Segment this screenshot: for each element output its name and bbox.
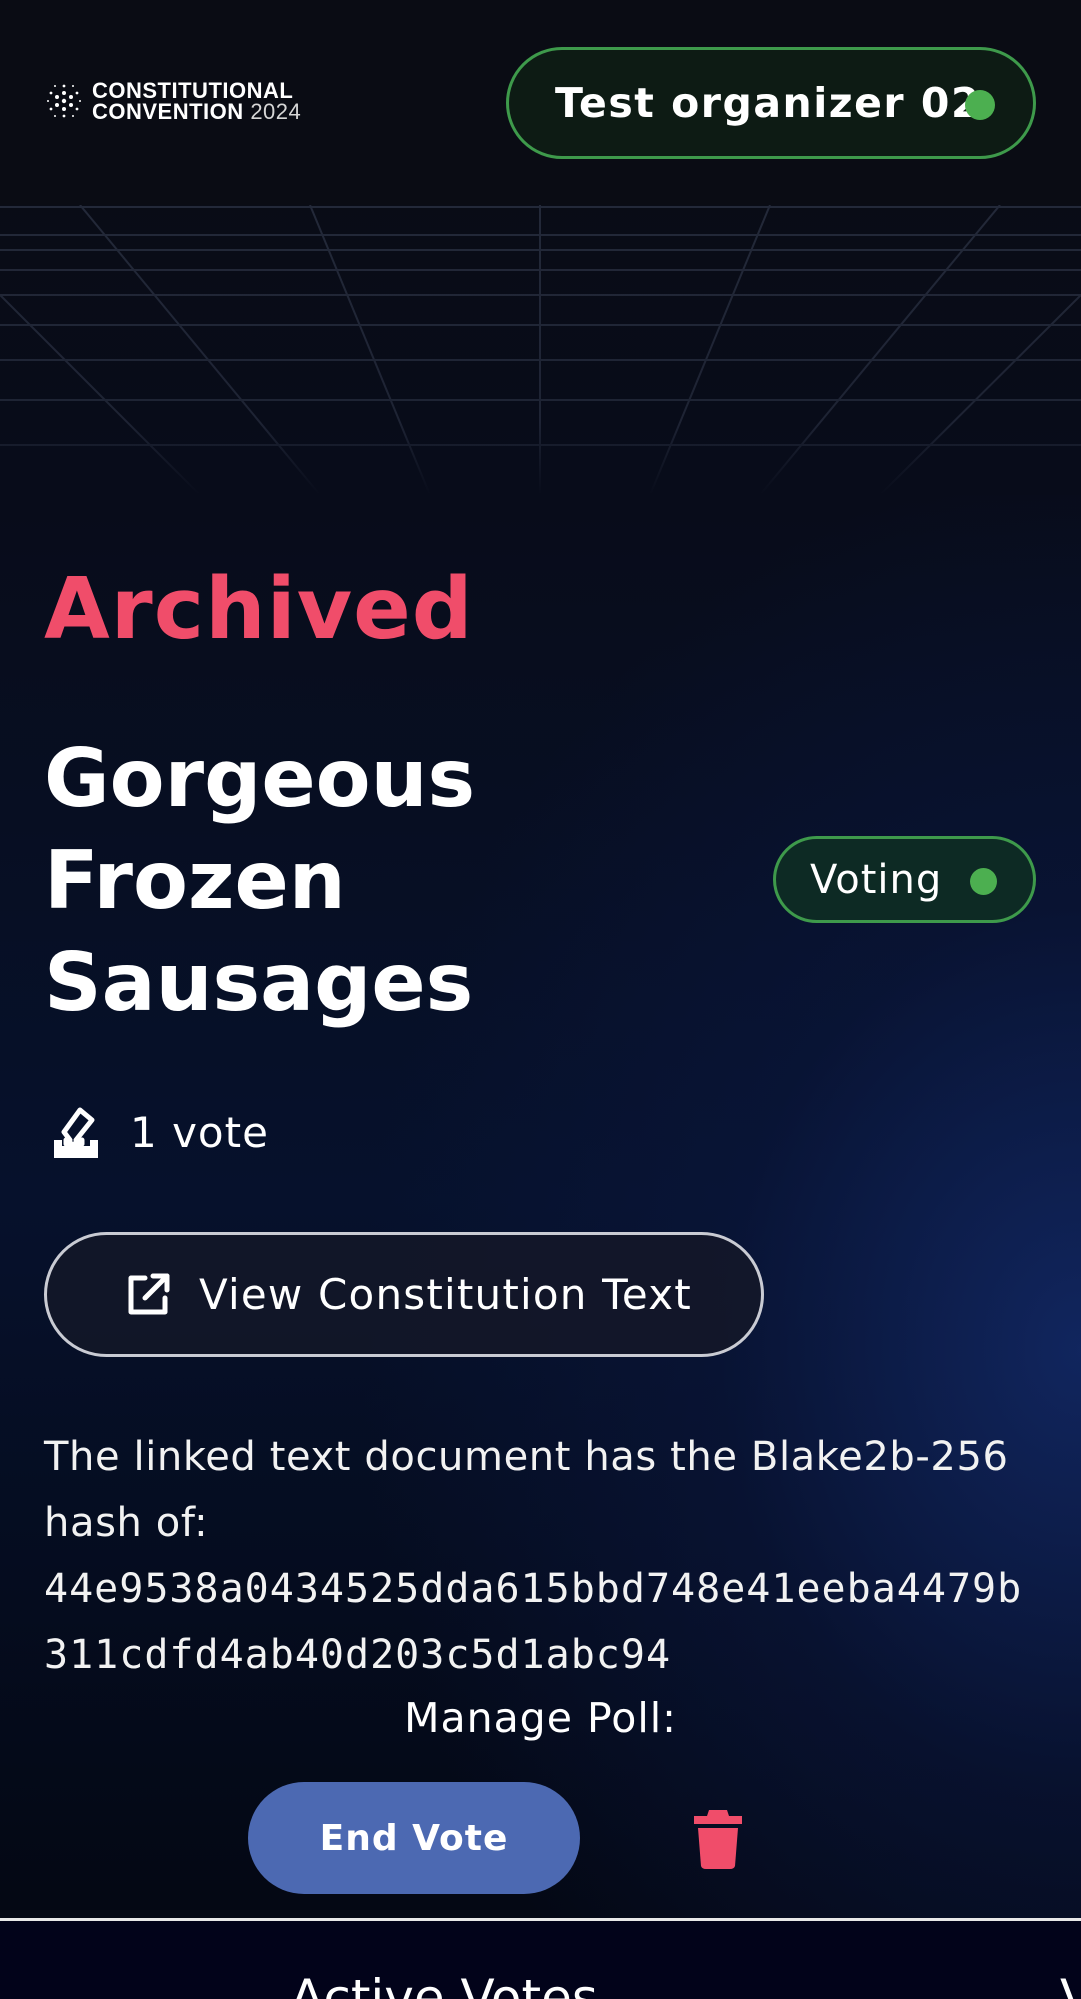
online-status-dot — [965, 90, 995, 120]
view-constitution-text-button[interactable]: View Constitution Text — [44, 1232, 764, 1357]
ballot-box-icon — [54, 1107, 98, 1158]
tab-next[interactable]: V — [1060, 1969, 1081, 1999]
logo-text: CONSTITUTIONAL CONVENTION 2024 — [92, 78, 302, 124]
voting-status-dot — [970, 868, 997, 895]
voting-status-label: Voting — [810, 856, 943, 903]
logo-line-2-text: CONVENTION — [92, 99, 244, 124]
manage-poll-label: Manage Poll: — [404, 1694, 677, 1742]
hash-description: The linked text document has the Blake2b… — [44, 1424, 1044, 1688]
logo[interactable]: CONSTITUTIONAL CONVENTION 2024 — [44, 78, 302, 124]
user-name: Test organizer 02 — [555, 79, 981, 127]
logo-line-1: CONSTITUTIONAL — [92, 78, 294, 103]
external-link-icon — [128, 1273, 170, 1314]
end-vote-label: End Vote — [319, 1817, 509, 1859]
tab-active-votes[interactable]: Active Votes — [290, 1969, 598, 1999]
header: CONSTITUTIONAL CONVENTION 2024 Test orga… — [0, 0, 1081, 205]
logo-year: 2024 — [250, 99, 302, 124]
voting-status-badge: Voting — [773, 836, 1036, 923]
poll-title: Gorgeous Frozen Sausages — [44, 732, 476, 1029]
grid-background-graphic — [0, 205, 1081, 495]
page: CONSTITUTIONAL CONVENTION 2024 Test orga… — [0, 0, 1081, 1999]
user-account-button[interactable]: Test organizer 02 — [506, 47, 1036, 159]
vote-count-row: 1 vote — [44, 1100, 269, 1164]
end-vote-button[interactable]: End Vote — [248, 1782, 580, 1894]
poll-status-archived: Archived — [44, 560, 474, 659]
cardano-star-icon — [47, 84, 81, 118]
hash-value: 44e9538a0434525dda615bbd748e41eeba4479b3… — [44, 1566, 1023, 1678]
trash-icon[interactable] — [690, 1806, 746, 1870]
vote-count: 1 vote — [130, 1107, 269, 1157]
logo-line-2: CONVENTION 2024 — [92, 99, 302, 124]
view-constitution-text-label: View Constitution Text — [199, 1270, 692, 1319]
bottom-tab-bar: Active Votes V — [0, 1921, 1081, 1999]
hash-intro: The linked text document has the Blake2b… — [44, 1434, 1009, 1546]
